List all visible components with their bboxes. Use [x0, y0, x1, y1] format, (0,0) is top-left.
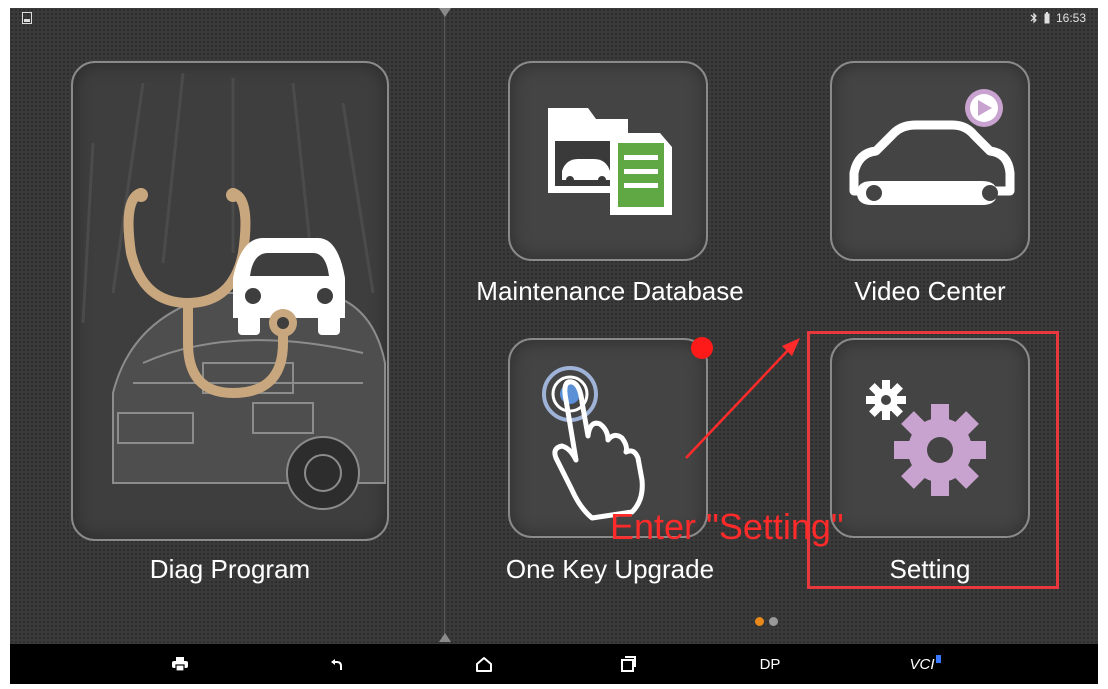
vci-status-icon: [935, 655, 941, 663]
vci-button[interactable]: VCI: [900, 644, 950, 684]
back-button[interactable]: [316, 644, 356, 684]
recent-apps-icon: [621, 656, 636, 672]
vci-label: VCI: [909, 655, 935, 673]
annotation-text: Enter "Setting": [610, 506, 844, 547]
home-icon: [476, 657, 492, 672]
annotation-arrow: [685, 338, 800, 459]
page-dot[interactable]: [769, 617, 778, 626]
home-button[interactable]: [464, 644, 504, 684]
navigation-bar: DP VCI: [10, 644, 1098, 684]
back-icon: [331, 659, 342, 670]
print-button[interactable]: [160, 644, 200, 684]
page-dot-active[interactable]: [755, 617, 764, 626]
recent-apps-button[interactable]: [608, 644, 648, 684]
tablet-screen: 16:53 Diag Program Maintenance Database …: [10, 8, 1098, 684]
print-icon: [172, 657, 188, 671]
dp-button[interactable]: DP: [750, 644, 790, 684]
page-indicator: [755, 617, 778, 626]
